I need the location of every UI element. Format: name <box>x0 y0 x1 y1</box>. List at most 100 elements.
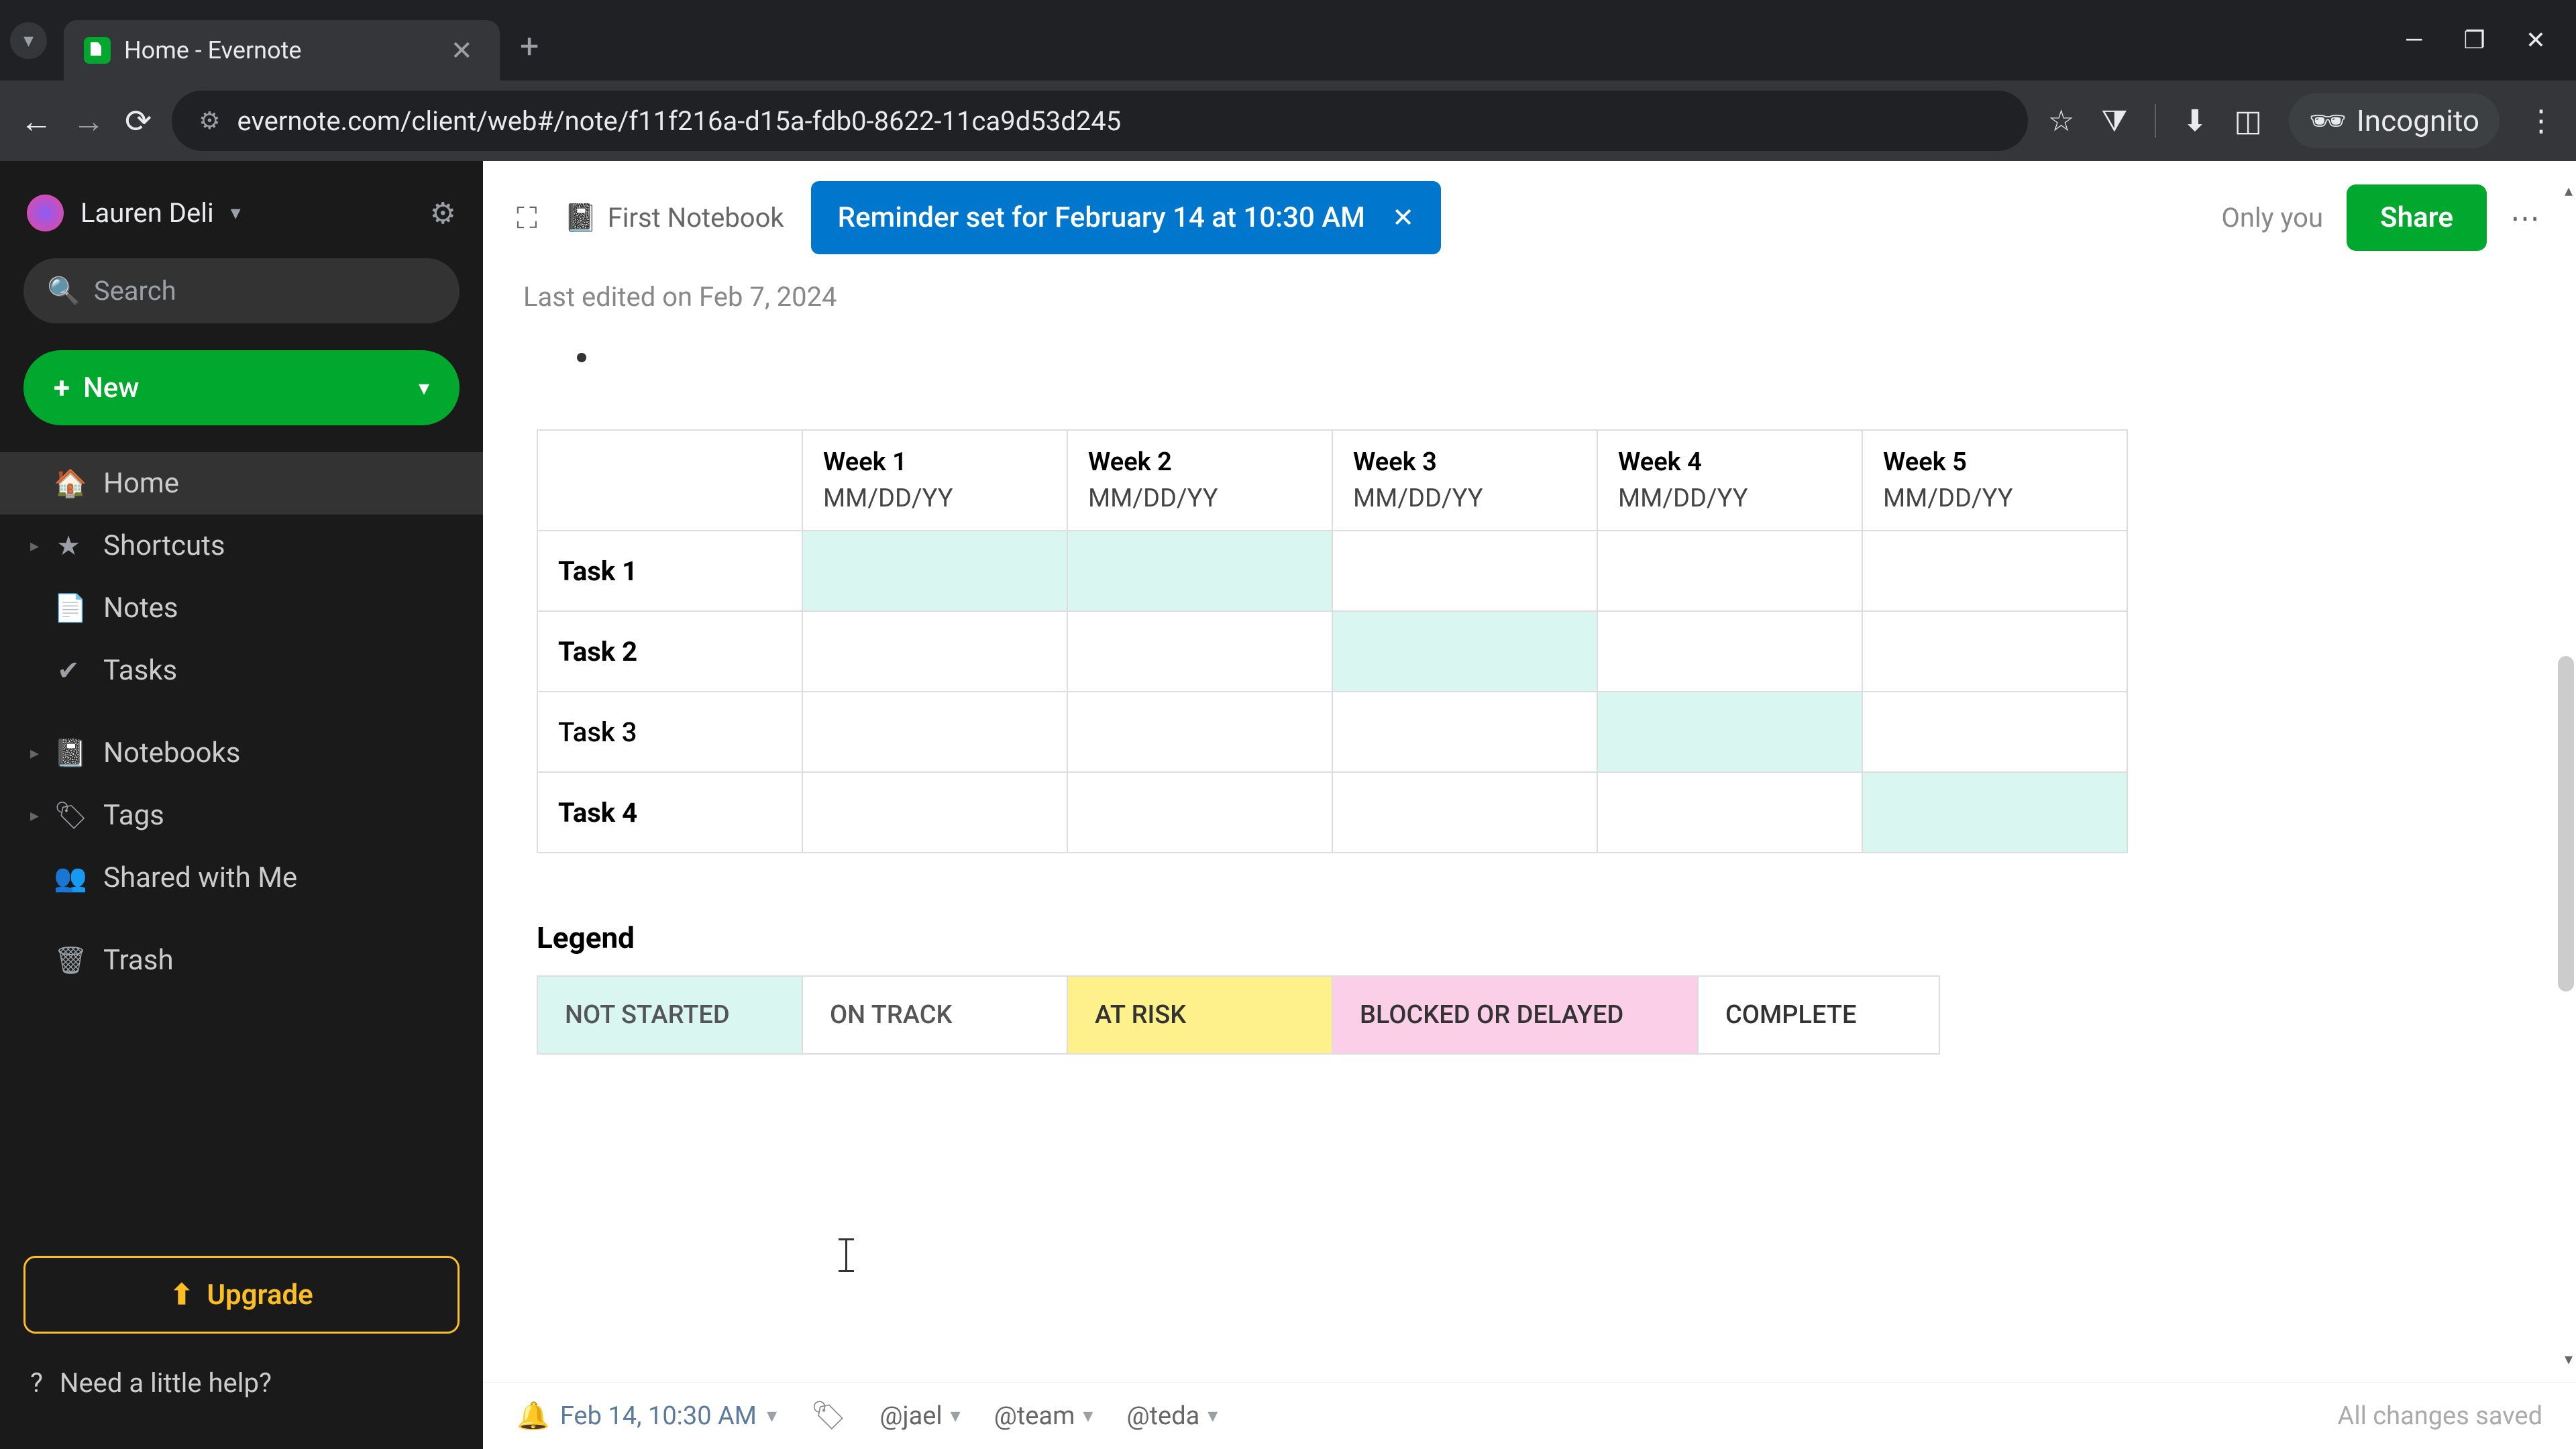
note-footer: 🔔 Feb 14, 10:30 AM ▾ 🏷 @jael ▾ @team ▾ @… <box>483 1382 2576 1449</box>
visibility-label[interactable]: Only you <box>2221 202 2323 233</box>
site-controls-icon[interactable]: ⚙ <box>199 107 220 135</box>
nav-notes[interactable]: 📄 Notes <box>0 577 483 639</box>
nav-notebooks[interactable]: ▸ 📓 Notebooks <box>0 722 483 784</box>
plus-icon: + <box>54 370 70 405</box>
tabs-dropdown[interactable]: ▾ <box>10 22 47 59</box>
more-menu-icon[interactable]: ⋯ <box>2510 201 2542 235</box>
tab-close-icon[interactable]: ✕ <box>450 35 473 66</box>
mention-jael[interactable]: @jael ▾ <box>879 1401 960 1431</box>
nav-trash[interactable]: 🗑 Trash <box>0 929 483 991</box>
username: Lauren Deli <box>80 197 214 229</box>
help-link[interactable]: ? Need a little help? <box>23 1357 460 1409</box>
browser-menu-icon[interactable]: ⋮ <box>2526 103 2556 138</box>
legend-at-risk[interactable]: AT RISK <box>1067 976 1332 1054</box>
gantt-cell[interactable] <box>1597 611 1862 692</box>
gantt-cell[interactable] <box>1597 772 1862 853</box>
scrollbar-thumb[interactable] <box>2558 656 2574 991</box>
gantt-cell[interactable] <box>1067 611 1332 692</box>
gantt-cell[interactable] <box>1862 531 2127 611</box>
reload-button[interactable]: ⟳ <box>125 102 152 140</box>
user-avatar[interactable] <box>27 195 64 231</box>
maximize-icon[interactable]: ❐ <box>2464 26 2485 54</box>
settings-icon[interactable]: ⚙ <box>430 196 456 231</box>
nav-shortcuts[interactable]: ▸ ★ Shortcuts <box>0 515 483 577</box>
new-chevron-icon: ▾ <box>419 375 429 400</box>
gantt-cell[interactable] <box>1067 692 1332 772</box>
mention-team[interactable]: @team ▾ <box>994 1401 1093 1431</box>
trash-icon: 🗑 <box>54 945 83 976</box>
address-bar[interactable]: ⚙ evernote.com/client/web#/note/f11f216a… <box>172 91 2028 151</box>
notebook-breadcrumb[interactable]: 📓 First Notebook <box>564 202 784 233</box>
nav-tasks-label: Tasks <box>103 654 177 687</box>
scroll-down-icon[interactable]: ▾ <box>2565 1350 2573 1368</box>
gantt-cell[interactable] <box>1597 692 1862 772</box>
gantt-cell[interactable] <box>802 531 1067 611</box>
share-button[interactable]: Share <box>2347 184 2487 251</box>
mention-teda[interactable]: @teda ▾ <box>1126 1401 1218 1431</box>
legend-on-track[interactable]: ON TRACK <box>802 976 1067 1054</box>
task-label: Task 1 <box>537 531 802 611</box>
nav-tasks[interactable]: ✔ Tasks <box>0 639 483 702</box>
gantt-cell[interactable] <box>1332 531 1597 611</box>
gantt-row[interactable]: Task 3 <box>537 692 2127 772</box>
gantt-cell[interactable] <box>1332 611 1597 692</box>
legend-complete[interactable]: COMPLETE <box>1698 976 1939 1054</box>
sidepanel-icon[interactable]: ◫ <box>2234 103 2262 138</box>
downloads-icon[interactable]: ⬇ <box>2183 103 2208 138</box>
gantt-cell[interactable] <box>1862 611 2127 692</box>
upgrade-button[interactable]: ⬆ Upgrade <box>23 1256 460 1334</box>
upgrade-label: Upgrade <box>207 1279 313 1311</box>
scroll-up-icon[interactable]: ▴ <box>2565 181 2573 200</box>
expand-note-icon[interactable]: ⛶ <box>517 201 537 235</box>
gantt-cell[interactable] <box>802 611 1067 692</box>
gantt-cell[interactable] <box>1332 772 1597 853</box>
gantt-cell[interactable] <box>1067 772 1332 853</box>
back-button[interactable]: ← <box>20 102 52 140</box>
gantt-cell[interactable] <box>802 692 1067 772</box>
nav-shared[interactable]: 👥 Shared with Me <box>0 847 483 909</box>
gantt-cell[interactable] <box>1067 531 1332 611</box>
nav-tags[interactable]: ▸ 🏷 Tags <box>0 784 483 847</box>
incognito-label: Incognito <box>2357 103 2479 138</box>
gantt-row[interactable]: Task 1 <box>537 531 2127 611</box>
legend-table[interactable]: NOT STARTED ON TRACK AT RISK BLOCKED OR … <box>537 975 1940 1055</box>
nav-home[interactable]: 🏠 Home <box>0 452 483 515</box>
legend-blocked[interactable]: BLOCKED OR DELAYED <box>1332 976 1698 1054</box>
gantt-cell[interactable] <box>1597 531 1862 611</box>
close-window-icon[interactable]: ✕ <box>2526 26 2546 54</box>
add-tag-icon[interactable]: 🏷 <box>810 1399 846 1432</box>
gantt-corner-cell <box>537 430 802 531</box>
toolbar-divider <box>2155 104 2156 138</box>
gantt-cell[interactable] <box>1862 692 2127 772</box>
incognito-badge[interactable]: 🕶 Incognito <box>2289 93 2500 148</box>
scrollbar[interactable]: ▴ ▾ <box>2556 181 2576 1368</box>
tag-icon: 🏷 <box>54 800 83 831</box>
notebook-name: First Notebook <box>608 202 784 233</box>
browser-tab[interactable]: Home - Evernote ✕ <box>64 20 500 80</box>
search-input[interactable]: 🔍 Search <box>23 258 460 323</box>
star-icon: ★ <box>54 530 83 561</box>
gantt-cell[interactable] <box>1862 772 2127 853</box>
reminder-date-button[interactable]: 🔔 Feb 14, 10:30 AM ▾ <box>517 1400 777 1432</box>
user-menu-chevron[interactable]: ▾ <box>231 201 241 225</box>
minimize-icon[interactable]: — <box>2404 26 2423 54</box>
legend-not-started[interactable]: NOT STARTED <box>537 976 802 1054</box>
gantt-row[interactable]: Task 2 <box>537 611 2127 692</box>
gantt-row[interactable]: Task 4 <box>537 772 2127 853</box>
extensions-icon[interactable]: ⧩ <box>2101 103 2127 138</box>
gantt-cell[interactable] <box>1332 692 1597 772</box>
new-tab-button[interactable]: + <box>520 28 539 66</box>
note-body[interactable]: Week 1 MM/DD/YY Week 2 MM/DD/YY Week 3 M… <box>483 339 2576 1382</box>
nav-home-label: Home <box>103 467 179 500</box>
gantt-cell[interactable] <box>802 772 1067 853</box>
expand-icon[interactable]: ▸ <box>30 806 44 826</box>
text-cursor <box>845 1238 847 1272</box>
expand-icon[interactable]: ▸ <box>30 743 44 763</box>
new-button[interactable]: + New ▾ <box>23 350 460 425</box>
forward-button[interactable]: → <box>72 102 105 140</box>
bookmark-icon[interactable]: ☆ <box>2048 103 2074 138</box>
nav-notes-label: Notes <box>103 592 178 625</box>
expand-icon[interactable]: ▸ <box>30 536 44 556</box>
toast-close-icon[interactable]: ✕ <box>1392 202 1415 233</box>
gantt-table[interactable]: Week 1 MM/DD/YY Week 2 MM/DD/YY Week 3 M… <box>537 429 2128 853</box>
